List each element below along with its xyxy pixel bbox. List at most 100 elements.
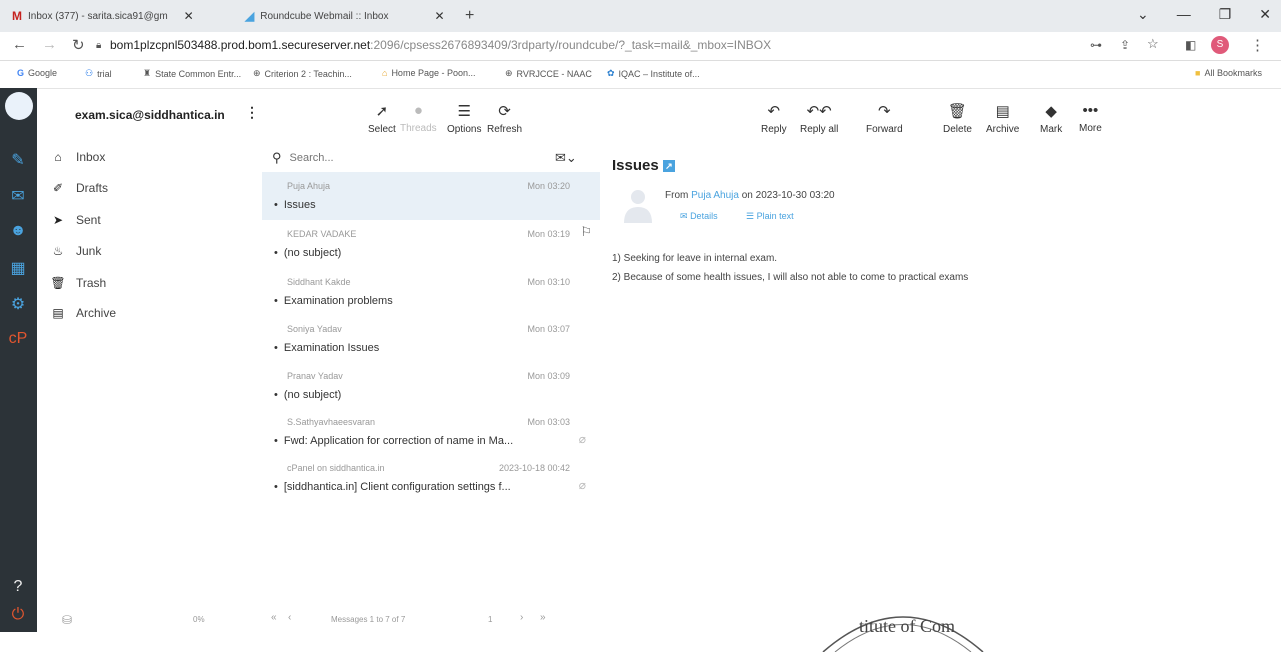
last-page-icon[interactable]: »	[540, 612, 546, 623]
folder-drafts[interactable]: ✐ Drafts	[50, 181, 108, 195]
quota-text: 0%	[193, 615, 205, 624]
table-row[interactable]: Puja Ahuja Mon 03:20 Issues	[262, 172, 600, 220]
cpanel-icon[interactable]: cP	[8, 330, 28, 350]
external-link-icon[interactable]: ↗	[662, 160, 675, 173]
mark-button[interactable]: ◆ Mark	[1040, 102, 1062, 135]
archive-button[interactable]: ▤ Archive	[986, 102, 1019, 135]
close-window-icon[interactable]: ✕	[1259, 6, 1271, 23]
search-box[interactable]: ⚲	[272, 150, 492, 166]
people-icon: ⚇	[85, 68, 94, 78]
message-count: Messages 1 to 7 of 7	[331, 615, 406, 624]
new-tab-button[interactable]: +	[465, 4, 474, 28]
prev-page-icon[interactable]: ‹	[288, 612, 291, 623]
settings-icon[interactable]: ⚙	[8, 294, 28, 314]
emblem-icon: ♜	[143, 68, 152, 78]
bookmark-google[interactable]: G Google	[17, 68, 57, 78]
folder-archive[interactable]: ▤ Archive	[50, 306, 116, 320]
comments-icon: ●	[413, 102, 423, 119]
bookmark-trial[interactable]: ⚇ trial	[85, 68, 112, 79]
forward-button[interactable]: ↷ Forward	[866, 102, 903, 135]
all-bookmarks[interactable]: ■ All Bookmarks	[1195, 68, 1262, 78]
restore-icon[interactable]: ❐	[1219, 6, 1232, 23]
reply-all-icon: ↶↶	[806, 103, 832, 120]
fire-icon: ♨	[52, 244, 64, 258]
minimize-icon[interactable]: —	[1177, 6, 1191, 23]
forward-arrow-icon: ↷	[878, 103, 891, 120]
bookmark-iqac[interactable]: ✿ IQAC – Institute of...	[607, 68, 700, 79]
table-row[interactable]: S.Sathyavhaeesvaran Mon 03:03 Fwd: Appli…	[262, 408, 600, 456]
key-icon[interactable]: ⊶	[1090, 38, 1102, 52]
url-field[interactable]: bom1plzcpnl503488.prod.bom1.secureserver…	[110, 38, 771, 52]
search-icon: ⚲	[272, 150, 282, 165]
folder-junk[interactable]: ♨ Junk	[50, 244, 102, 258]
forward-icon[interactable]: →	[42, 36, 57, 53]
details-link[interactable]: ✉ Details	[680, 211, 718, 222]
delete-button[interactable]: 🗑︎ Delete	[943, 102, 972, 135]
folder-inbox[interactable]: ⌂ Inbox	[50, 150, 105, 164]
refresh-button[interactable]: ⟳ Refresh	[487, 102, 522, 135]
quota-icon: ⛁	[62, 613, 73, 627]
archive-icon: ▤	[995, 103, 1010, 120]
page-number[interactable]: 1	[488, 615, 492, 624]
bookmark-state[interactable]: ♜ State Common Entr...	[143, 68, 241, 79]
table-row[interactable]: Pranav Yadav Mon 03:09 (no subject)	[262, 362, 600, 410]
list-icon: ☰	[746, 211, 755, 221]
sidepanel-icon[interactable]: ◧	[1185, 38, 1196, 52]
bookmark-rvrjcce[interactable]: ⊕ RVRJCCE - NAAC	[505, 68, 592, 79]
select-button[interactable]: ➚ Select	[368, 102, 396, 135]
footer-bar	[37, 608, 1281, 632]
envelope-filter-icon[interactable]: ✉⌄	[555, 150, 577, 166]
archive-icon: ▤	[52, 306, 64, 320]
folder-trash[interactable]: 🗑︎ Trash	[50, 276, 106, 290]
star-icon[interactable]: ☆	[1147, 36, 1159, 52]
reload-icon[interactable]: ↻	[72, 36, 85, 54]
reply-all-button[interactable]: ↶↶ Reply all	[800, 102, 838, 135]
share-icon[interactable]: ⇪	[1120, 38, 1130, 52]
tab-search-icon[interactable]: ⌄	[1137, 6, 1149, 23]
message-body-line: 1) Seeking for leave in internal exam.	[612, 253, 778, 264]
table-row[interactable]: Soniya Yadav Mon 03:07 Examination Issue…	[262, 315, 600, 363]
account-menu-icon[interactable]: ⋮	[245, 104, 259, 121]
table-row[interactable]: Siddhant Kakde Mon 03:10 Examination pro…	[262, 268, 600, 316]
tab-title: Roundcube Webmail :: Inbox	[260, 10, 389, 22]
calendar-icon[interactable]: ▦	[8, 258, 28, 278]
mail-icon[interactable]: ✉	[8, 186, 28, 206]
next-page-icon[interactable]: ›	[520, 612, 523, 623]
gmail-icon: M	[12, 9, 22, 23]
search-input[interactable]	[287, 151, 492, 165]
tab-gmail[interactable]: M Inbox (377) - sarita.sica91@gm ✕	[12, 4, 194, 28]
bookmark-home[interactable]: ⌂ Home Page - Poon...	[382, 68, 475, 78]
logout-icon[interactable]: ⏻	[8, 606, 28, 626]
close-icon[interactable]: ✕	[184, 9, 194, 23]
flag-icon[interactable]: ⚐	[580, 224, 592, 240]
compose-icon[interactable]: ✎	[8, 150, 28, 170]
plain-text-link[interactable]: ☰ Plain text	[746, 211, 794, 222]
back-icon[interactable]: ←	[12, 36, 27, 53]
tab-roundcube[interactable]: ◢ Roundcube Webmail :: Inbox ✕	[245, 4, 445, 28]
options-button[interactable]: ☰ Options	[447, 102, 481, 135]
table-row[interactable]: KEDAR VADAKE Mon 03:19 ⚐ (no subject)	[262, 220, 600, 268]
sender-line: From Puja Ahuja on 2023-10-30 03:20	[665, 190, 835, 201]
message-subject: Issues ↗	[612, 157, 675, 174]
cursor-icon: ➚	[375, 103, 389, 120]
paperclip-icon: ⌀	[578, 432, 586, 446]
inbox-icon: ⌂	[54, 150, 62, 164]
more-button[interactable]: ••• More	[1079, 102, 1102, 134]
table-row[interactable]: cPanel on siddhantica.in 2023-10-18 00:4…	[262, 454, 600, 502]
ellipsis-icon: •••	[1082, 102, 1099, 119]
bookmark-criterion[interactable]: ⊕ Criterion 2 : Teachin...	[253, 68, 352, 79]
sender-link[interactable]: Puja Ahuja	[691, 190, 739, 201]
tag-icon: ◆	[1045, 103, 1057, 120]
contacts-icon[interactable]: ☻	[8, 222, 28, 242]
menu-icon[interactable]: ⋮	[1250, 36, 1265, 54]
threads-button[interactable]: ● Threads	[400, 102, 437, 134]
refresh-icon: ⟳	[498, 103, 511, 120]
folder-sent[interactable]: ➤ Sent	[50, 213, 101, 227]
home-icon: ⌂	[382, 68, 388, 78]
close-icon[interactable]: ✕	[434, 9, 444, 23]
help-icon[interactable]: ?	[8, 578, 28, 598]
reply-button[interactable]: ↶ Reply	[761, 102, 787, 135]
profile-avatar[interactable]: S	[1211, 36, 1229, 54]
lock-icon[interactable]: 🔒︎	[96, 40, 101, 51]
first-page-icon[interactable]: «	[271, 612, 277, 623]
